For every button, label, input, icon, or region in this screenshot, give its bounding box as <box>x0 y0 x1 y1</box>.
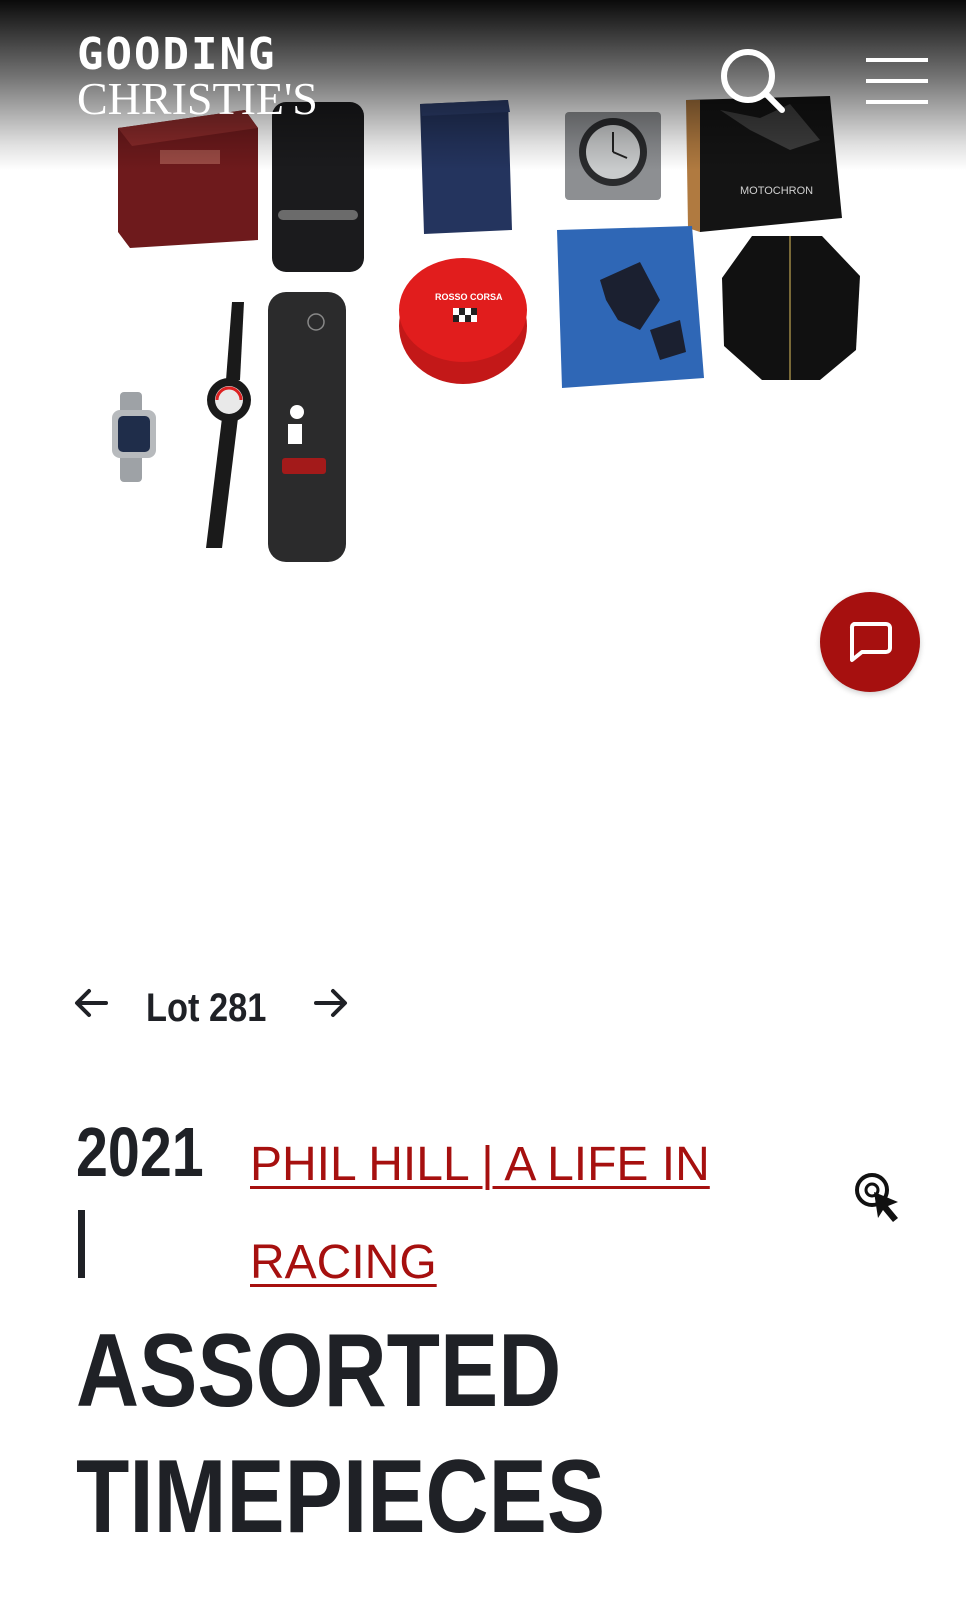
arrow-right-icon <box>314 989 347 1017</box>
sale-year: 2021 <box>76 1113 204 1191</box>
lot-navigation: Lot 281 <box>72 980 372 1030</box>
chat-button[interactable] <box>820 592 920 692</box>
click-pointer-icon <box>855 1173 898 1222</box>
arrow-left-icon <box>75 989 108 1017</box>
search-icon <box>721 49 785 113</box>
black-strap-wristwatch <box>206 302 251 548</box>
logo-line-2: CHRISTIE'S <box>77 73 318 124</box>
site-header: GOODING CHRISTIE'S <box>0 0 966 170</box>
sale-name-link[interactable]: PHIL HILL | A LIFE IN RACING <box>250 1116 810 1312</box>
lot-title: ASSORTED TIMEPIECES <box>76 1308 748 1560</box>
menu-button[interactable] <box>866 58 928 104</box>
motochron-label: MOTOCHRON <box>740 185 813 197</box>
rosso-corsa-tin: ROSSO CORSA <box>399 258 527 384</box>
sale-separator: | <box>78 1210 85 1278</box>
search-button[interactable] <box>716 44 790 118</box>
octagonal-box <box>722 236 860 380</box>
lot-title-line-2: TIMEPIECES <box>76 1439 606 1555</box>
black-pen-case <box>268 292 346 562</box>
next-lot-button[interactable] <box>312 984 350 1022</box>
lot-number: Lot 281 <box>146 986 267 1030</box>
rosso-corsa-label: ROSSO CORSA <box>435 292 503 302</box>
interactive-cursor-icon[interactable] <box>852 1170 908 1226</box>
hamburger-menu-icon <box>866 58 928 104</box>
blue-box <box>557 226 704 388</box>
lot-title-line-1: ASSORTED <box>76 1313 562 1429</box>
gooding-christies-logo[interactable]: GOODING CHRISTIE'S <box>77 29 318 124</box>
chat-bubble-icon <box>849 622 892 662</box>
logo-line-1: GOODING <box>77 29 277 80</box>
steel-wristwatch <box>112 392 156 482</box>
previous-lot-button[interactable] <box>72 984 110 1022</box>
